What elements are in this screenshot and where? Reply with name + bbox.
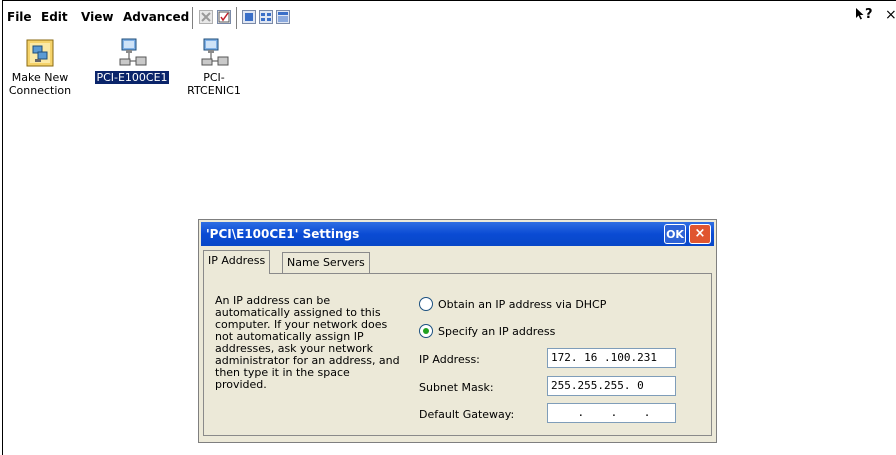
pci-rtcenic1-item[interactable]: PCI- RTCENIC1 [178,37,250,97]
icon-label: Connection [8,84,72,97]
close-icon[interactable]: × [885,7,896,23]
tab-name-servers[interactable]: Name Servers [282,252,370,273]
menu-file[interactable]: File [7,10,32,24]
subnet-mask-field[interactable]: 255.255.255. 0 [547,376,676,396]
menu-view[interactable]: View [81,10,113,24]
window-border-left [2,0,3,455]
network-adapter-icon [116,37,148,69]
toolbar-separator [192,7,194,29]
small-icons-view-icon[interactable] [259,10,273,24]
radio-specify-label: Specify an IP address [438,325,556,338]
dialog-close-button[interactable]: × [689,224,711,244]
large-icons-view-icon[interactable] [242,10,256,24]
ok-button[interactable]: OK [664,224,686,244]
icon-label: Make New [11,71,69,84]
delete-icon[interactable] [199,10,213,24]
make-new-connection-item[interactable]: Make New Connection [6,37,74,97]
icon-label-selected: PCI-E100CE1 [95,71,169,84]
subnet-mask-label: Subnet Mask: [419,381,494,394]
pci-e100ce1-item[interactable]: PCI-E100CE1 [92,37,172,84]
menu-advanced[interactable]: Advanced [123,10,189,24]
tab-ip-address[interactable]: IP Address [203,250,271,274]
settings-dialog: 'PCI\E100CE1' Settings OK × IP Address N… [198,219,717,443]
dialog-titlebar: 'PCI\E100CE1' Settings OK × [201,222,714,246]
default-gateway-label: Default Gateway: [419,408,515,421]
details-view-icon[interactable] [276,10,290,24]
icon-label: PCI- [203,71,225,84]
toolbar-separator [236,7,238,29]
menu-edit[interactable]: Edit [41,10,68,24]
radio-specify-button[interactable] [419,324,433,338]
make-connection-icon [24,37,56,69]
ip-address-label: IP Address: [419,353,480,366]
default-gateway-field[interactable]: . . . [547,403,676,423]
network-adapter-icon [198,37,230,69]
properties-icon[interactable] [217,10,231,24]
radio-dhcp-label: Obtain an IP address via DHCP [438,298,607,311]
dialog-title: 'PCI\E100CE1' Settings [206,227,360,241]
help-icon[interactable]: ? [855,7,873,22]
menu-bar: File Edit View Advanced ? × [3,1,896,31]
radio-dhcp-button[interactable] [419,297,433,311]
ip-address-field[interactable]: 172. 16 .100.231 [547,348,676,368]
ip-description-text: An IP address can be automatically assig… [215,294,400,391]
icon-label: RTCENIC1 [187,84,241,97]
